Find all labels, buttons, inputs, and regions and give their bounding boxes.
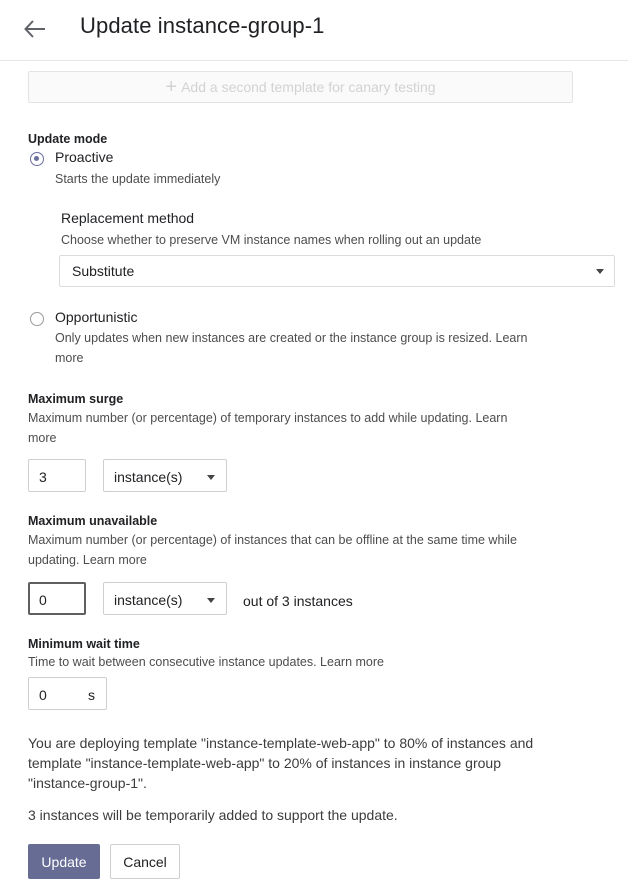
- minimum-wait-time-unit: s: [88, 687, 95, 703]
- opportunistic-description: Only updates when new instances are crea…: [55, 331, 528, 345]
- minimum-wait-time-input[interactable]: 0 s: [28, 677, 107, 710]
- chevron-down-icon: [207, 598, 215, 603]
- proactive-radio[interactable]: [30, 152, 44, 166]
- replacement-method-select[interactable]: Substitute: [59, 255, 615, 287]
- maximum-unavailable-input[interactable]: 0: [28, 582, 86, 615]
- header: Update instance-group-1: [0, 0, 628, 61]
- maximum-surge-unit-select[interactable]: instance(s): [103, 459, 227, 492]
- deployment-summary-line-2: template "instance-template-web-app" to …: [28, 755, 501, 771]
- maximum-surge-description: Maximum number (or percentage) of tempor…: [28, 411, 508, 425]
- maximum-unavailable-suffix: out of 3 instances: [243, 593, 353, 609]
- minimum-wait-time-label: Minimum wait time: [28, 637, 140, 651]
- minimum-wait-time-value: 0: [39, 687, 47, 703]
- opportunistic-radio[interactable]: [30, 312, 44, 326]
- maximum-unavailable-unit-select[interactable]: instance(s): [103, 582, 227, 615]
- maximum-surge-learn-more-link[interactable]: more: [28, 428, 56, 448]
- maximum-surge-label: Maximum surge: [28, 392, 124, 406]
- opportunistic-label[interactable]: Opportunistic: [55, 309, 137, 325]
- maximum-unavailable-learn-more-link[interactable]: updating. Learn more: [28, 550, 147, 570]
- minimum-wait-time-description: Time to wait between consecutive instanc…: [28, 655, 384, 669]
- page-title: Update instance-group-1: [80, 13, 325, 38]
- cancel-button[interactable]: Cancel: [110, 844, 180, 879]
- update-mode-label: Update mode: [28, 132, 108, 146]
- opportunistic-learn-more-link[interactable]: more: [55, 348, 83, 368]
- plus-icon: +: [165, 76, 178, 98]
- back-button[interactable]: [20, 14, 50, 44]
- arrow-left-icon: [24, 20, 45, 38]
- maximum-surge-value: 3: [39, 469, 47, 485]
- chevron-down-icon: [207, 475, 215, 480]
- temporary-instances-note: 3 instances will be temporarily added to…: [28, 807, 398, 823]
- maximum-surge-unit-value: instance(s): [114, 469, 183, 485]
- add-canary-template-button[interactable]: + Add a second template for canary testi…: [28, 71, 573, 103]
- update-button[interactable]: Update: [28, 844, 100, 879]
- deployment-summary-line-1: You are deploying template "instance-tem…: [28, 735, 534, 751]
- maximum-unavailable-label: Maximum unavailable: [28, 514, 158, 528]
- proactive-description: Starts the update immediately: [55, 172, 221, 186]
- maximum-unavailable-unit-value: instance(s): [114, 592, 183, 608]
- replacement-method-description: Choose whether to preserve VM instance n…: [61, 233, 482, 247]
- deployment-summary-line-3: "instance-group-1".: [28, 775, 147, 791]
- chevron-down-icon: [596, 269, 604, 274]
- maximum-unavailable-value: 0: [39, 592, 47, 608]
- replacement-method-value: Substitute: [72, 263, 135, 279]
- add-canary-template-label: Add a second template for canary testing: [181, 79, 436, 95]
- proactive-label[interactable]: Proactive: [55, 149, 113, 165]
- maximum-surge-input[interactable]: 3: [28, 459, 86, 492]
- replacement-method-label: Replacement method: [61, 210, 195, 226]
- maximum-unavailable-description: Maximum number (or percentage) of instan…: [28, 533, 517, 547]
